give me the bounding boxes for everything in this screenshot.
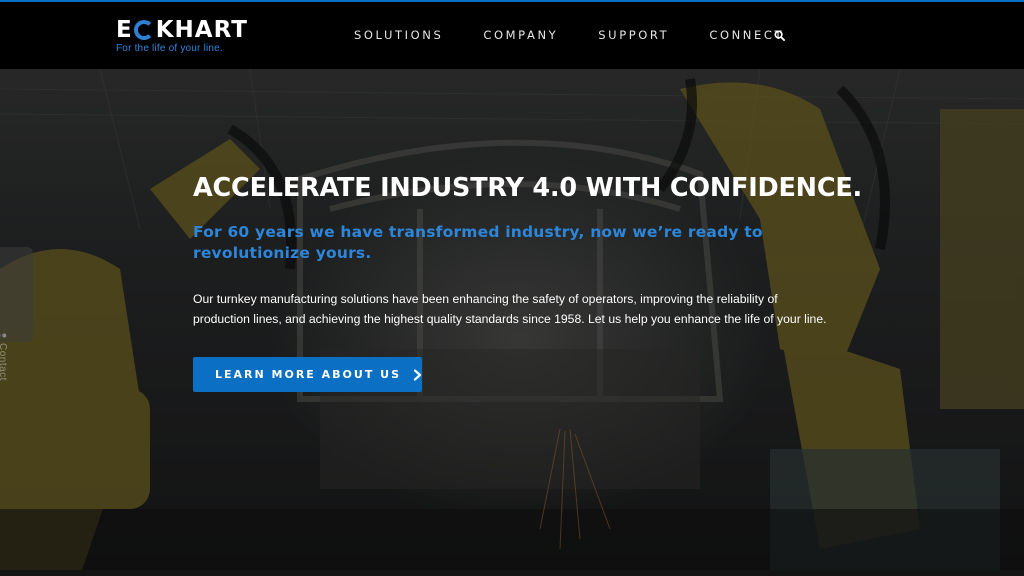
hero-subheadline: For 60 years we have transformed industr…: [193, 223, 763, 262]
hero-section: ACCELERATE INDUSTRY 4.0 WITH CONFIDENCE.…: [0, 69, 1024, 576]
nav-item-support[interactable]: SUPPORT: [598, 28, 669, 42]
site-header: E KHART For the life of your line. SOLUT…: [0, 2, 1024, 69]
learn-more-button-label: LEARN MORE ABOUT US: [215, 368, 402, 381]
main-nav: SOLUTIONS COMPANY SUPPORT CONNECT: [354, 28, 784, 42]
hero-body-text: Our turnkey manufacturing solutions have…: [193, 292, 827, 326]
logo-tagline: For the life of your line.: [116, 43, 223, 54]
nav-item-connect[interactable]: CONNECT: [709, 28, 784, 42]
user-icon: [0, 331, 7, 340]
nav-item-solutions[interactable]: SOLUTIONS: [354, 28, 443, 42]
logo-wordmark: E KHART: [116, 18, 248, 42]
learn-more-button[interactable]: LEARN MORE ABOUT US: [193, 357, 422, 392]
logo-letter: E: [116, 17, 133, 43]
logo-letters: KHART: [155, 17, 248, 43]
contact-side-tab[interactable]: Contact: [0, 247, 33, 381]
chevron-right-icon: [413, 368, 422, 381]
contact-tab-label: Contact: [0, 343, 8, 381]
search-icon[interactable]: [774, 30, 785, 41]
bottom-edge-bar: [0, 570, 1024, 576]
logo[interactable]: E KHART For the life of your line.: [116, 18, 248, 54]
hero-headline: ACCELERATE INDUSTRY 4.0 WITH CONFIDENCE.: [193, 173, 863, 203]
contact-tab-content: Contact: [0, 331, 8, 381]
logo-c-mark-icon: [133, 20, 154, 40]
nav-item-company[interactable]: COMPANY: [483, 28, 558, 42]
